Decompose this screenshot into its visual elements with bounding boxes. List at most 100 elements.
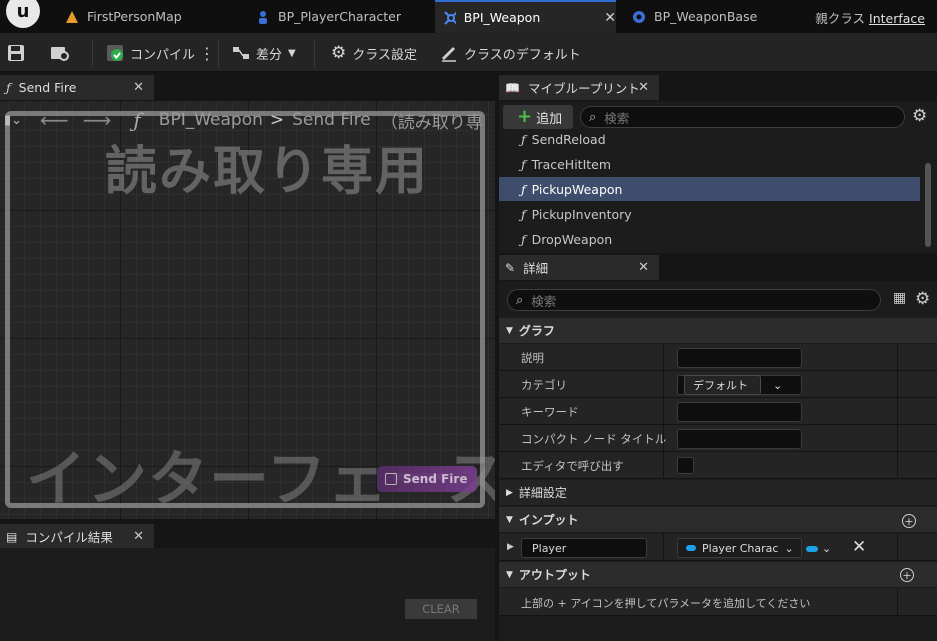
tab-label: Send Fire — [18, 80, 77, 95]
add-output-icon[interactable]: + — [900, 568, 914, 582]
clear-button[interactable]: CLEAR — [405, 599, 477, 619]
call-in-editor-row: エディタで呼び出す — [499, 452, 937, 479]
read-only-watermark: 読み取り専用 — [105, 142, 430, 202]
tab-label: 詳細 — [523, 261, 549, 276]
parent-class-label: 親クラス — [815, 11, 866, 26]
tab-firstpersonmap[interactable]: FirstPersonMap — [55, 0, 235, 33]
description-row: 説明 — [499, 344, 937, 371]
toolbar-divider — [92, 39, 93, 67]
diff-button[interactable]: 差分 ▼ — [232, 41, 296, 65]
search-placeholder: 検索 — [604, 110, 630, 126]
compile-log-icon: ▤ — [6, 529, 18, 544]
function-icon: ƒ — [521, 206, 526, 222]
document-tab-bar: u FirstPersonMap BP_PlayerCharacter BPI_… — [0, 0, 937, 33]
close-tab-icon[interactable]: ✕ — [638, 260, 649, 275]
row-label: カテゴリ — [521, 378, 567, 392]
tab-details[interactable]: ✎ 詳細 ✕ — [499, 255, 659, 280]
advanced-section-header[interactable]: ▶ 詳細設定 — [499, 480, 937, 505]
diff-label: 差分 — [256, 47, 283, 63]
list-scrollbar[interactable] — [925, 163, 931, 247]
input-name-field[interactable]: Player — [521, 538, 647, 558]
save-button[interactable] — [7, 41, 25, 65]
category-value: デフォルト — [684, 375, 761, 395]
my-blueprint-search-input[interactable]: ⌕ 検索 — [580, 106, 905, 128]
close-tab-icon[interactable]: ✕ — [133, 80, 144, 95]
column-divider — [897, 588, 898, 616]
keywords-field[interactable] — [677, 402, 802, 422]
tab-send-fire[interactable]: ƒ Send Fire ✕ — [0, 75, 154, 100]
close-tab-icon[interactable]: ✕ — [133, 529, 144, 544]
add-button[interactable]: + 追加 — [503, 105, 573, 129]
remove-input-icon[interactable]: ✕ — [852, 537, 866, 557]
tab-label: コンパイル結果 — [25, 530, 113, 545]
browse-button[interactable] — [50, 41, 70, 65]
tab-bp-playercharacter[interactable]: BP_PlayerCharacter — [248, 0, 428, 33]
chevron-down-icon: ▼ — [506, 325, 513, 336]
function-name: DropWeapon — [531, 231, 613, 247]
section-label: グラフ — [518, 324, 555, 338]
tab-my-blueprint[interactable]: 📖 マイブループリント ✕ — [499, 75, 659, 100]
chevron-down-icon: ⌄ — [822, 542, 832, 555]
list-item[interactable]: ƒ DropWeapon — [499, 227, 920, 251]
column-divider — [897, 344, 898, 371]
node-label: Send Fire — [403, 472, 468, 486]
tab-compile-results[interactable]: ▤ コンパイル結果 ✕ — [0, 524, 154, 549]
chevron-down-icon: ⌄ — [773, 378, 783, 392]
tab-label: マイブループリント — [527, 81, 640, 96]
details-search-input[interactable]: ⌕ 検索 — [507, 289, 881, 311]
list-item-selected[interactable]: ƒ PickupWeapon — [499, 177, 920, 201]
send-fire-node[interactable]: Send Fire — [377, 466, 477, 492]
column-divider — [897, 534, 898, 561]
forward-arrow-icon[interactable]: ⟶ — [83, 108, 112, 132]
settings-gear-icon[interactable]: ⚙ — [912, 106, 927, 126]
list-item[interactable]: ƒ TraceHitItem — [499, 152, 920, 176]
search-placeholder: 検索 — [531, 293, 557, 309]
compile-button[interactable]: コンパイル — [106, 41, 195, 65]
graph-editor[interactable]: 読み取り専用 インターフェース ▮⌄ ⟵ ⟶ ƒ BPI_Weapon > Se… — [0, 101, 495, 519]
add-label: 追加 — [536, 111, 563, 127]
column-divider — [897, 398, 898, 425]
toolbar: コンパイル ⋮ 差分 ▼ ⚙ クラス設定 クラスのデフォルト — [0, 33, 937, 72]
inputs-section-header[interactable]: ▼ インプット — [499, 507, 937, 532]
node-event-icon — [385, 473, 397, 485]
category-combo[interactable]: デフォルト ⌄ — [677, 375, 802, 395]
column-divider — [663, 398, 664, 425]
close-tab-icon[interactable]: ✕ — [638, 80, 649, 95]
graph-section-header[interactable]: ▼ グラフ — [499, 318, 937, 343]
tab-bpi-weapon[interactable]: BPI_Weapon ✕ — [435, 0, 616, 33]
tab-bp-weaponbase[interactable]: BP_WeaponBase — [624, 0, 804, 33]
call-in-editor-checkbox[interactable] — [677, 457, 694, 474]
add-input-icon[interactable]: + — [902, 514, 916, 528]
list-item[interactable]: ƒ SendReload — [499, 128, 920, 151]
function-name: TraceHitItem — [531, 156, 612, 172]
input-name: Player — [532, 541, 567, 555]
unreal-logo-icon[interactable]: u — [6, 0, 40, 28]
class-settings-button[interactable]: ⚙ クラス設定 — [331, 41, 417, 65]
outputs-section-header[interactable]: ▼ アウトプット — [499, 562, 937, 587]
parent-class: 親クラス Interface — [815, 8, 925, 27]
parent-class-link[interactable]: Interface — [869, 11, 925, 26]
book-icon: 📖 — [505, 80, 520, 95]
list-item[interactable]: ƒ PickupInventory — [499, 202, 920, 226]
chevron-right-icon[interactable]: ▶ — [507, 542, 514, 552]
class-defaults-button[interactable]: クラスのデフォルト — [440, 41, 581, 65]
close-tab-icon[interactable]: ✕ — [604, 10, 616, 26]
settings-gear-icon[interactable]: ⚙ — [915, 289, 930, 309]
graph-menu-icon[interactable]: ▮⌄ — [4, 113, 22, 128]
diff-icon — [233, 47, 249, 59]
breadcrumb-current: Send Fire — [292, 110, 371, 130]
column-divider — [897, 452, 898, 479]
my-blueprint-panel: + 追加 ⌕ 検索 ⚙ ƒ SendReload ƒ TraceHitItem … — [499, 101, 937, 253]
compile-options-button[interactable]: ⋮ — [199, 41, 215, 65]
container-type-combo[interactable]: ⌄ — [806, 542, 831, 555]
function-name: PickupWeapon — [531, 181, 623, 197]
input-type-combo[interactable]: Player Charac ⌄ — [677, 538, 802, 558]
compact-title-row: コンパクト ノード タイトル — [499, 425, 937, 452]
compact-title-field[interactable] — [677, 429, 802, 449]
description-field[interactable] — [677, 348, 802, 368]
breadcrumb-root[interactable]: BPI_Weapon — [159, 110, 263, 130]
table-view-icon[interactable]: ▦ — [893, 290, 906, 306]
row-label: 説明 — [521, 351, 544, 365]
edit-pencil-icon: ✎ — [505, 260, 516, 275]
back-arrow-icon[interactable]: ⟵ — [40, 108, 69, 132]
